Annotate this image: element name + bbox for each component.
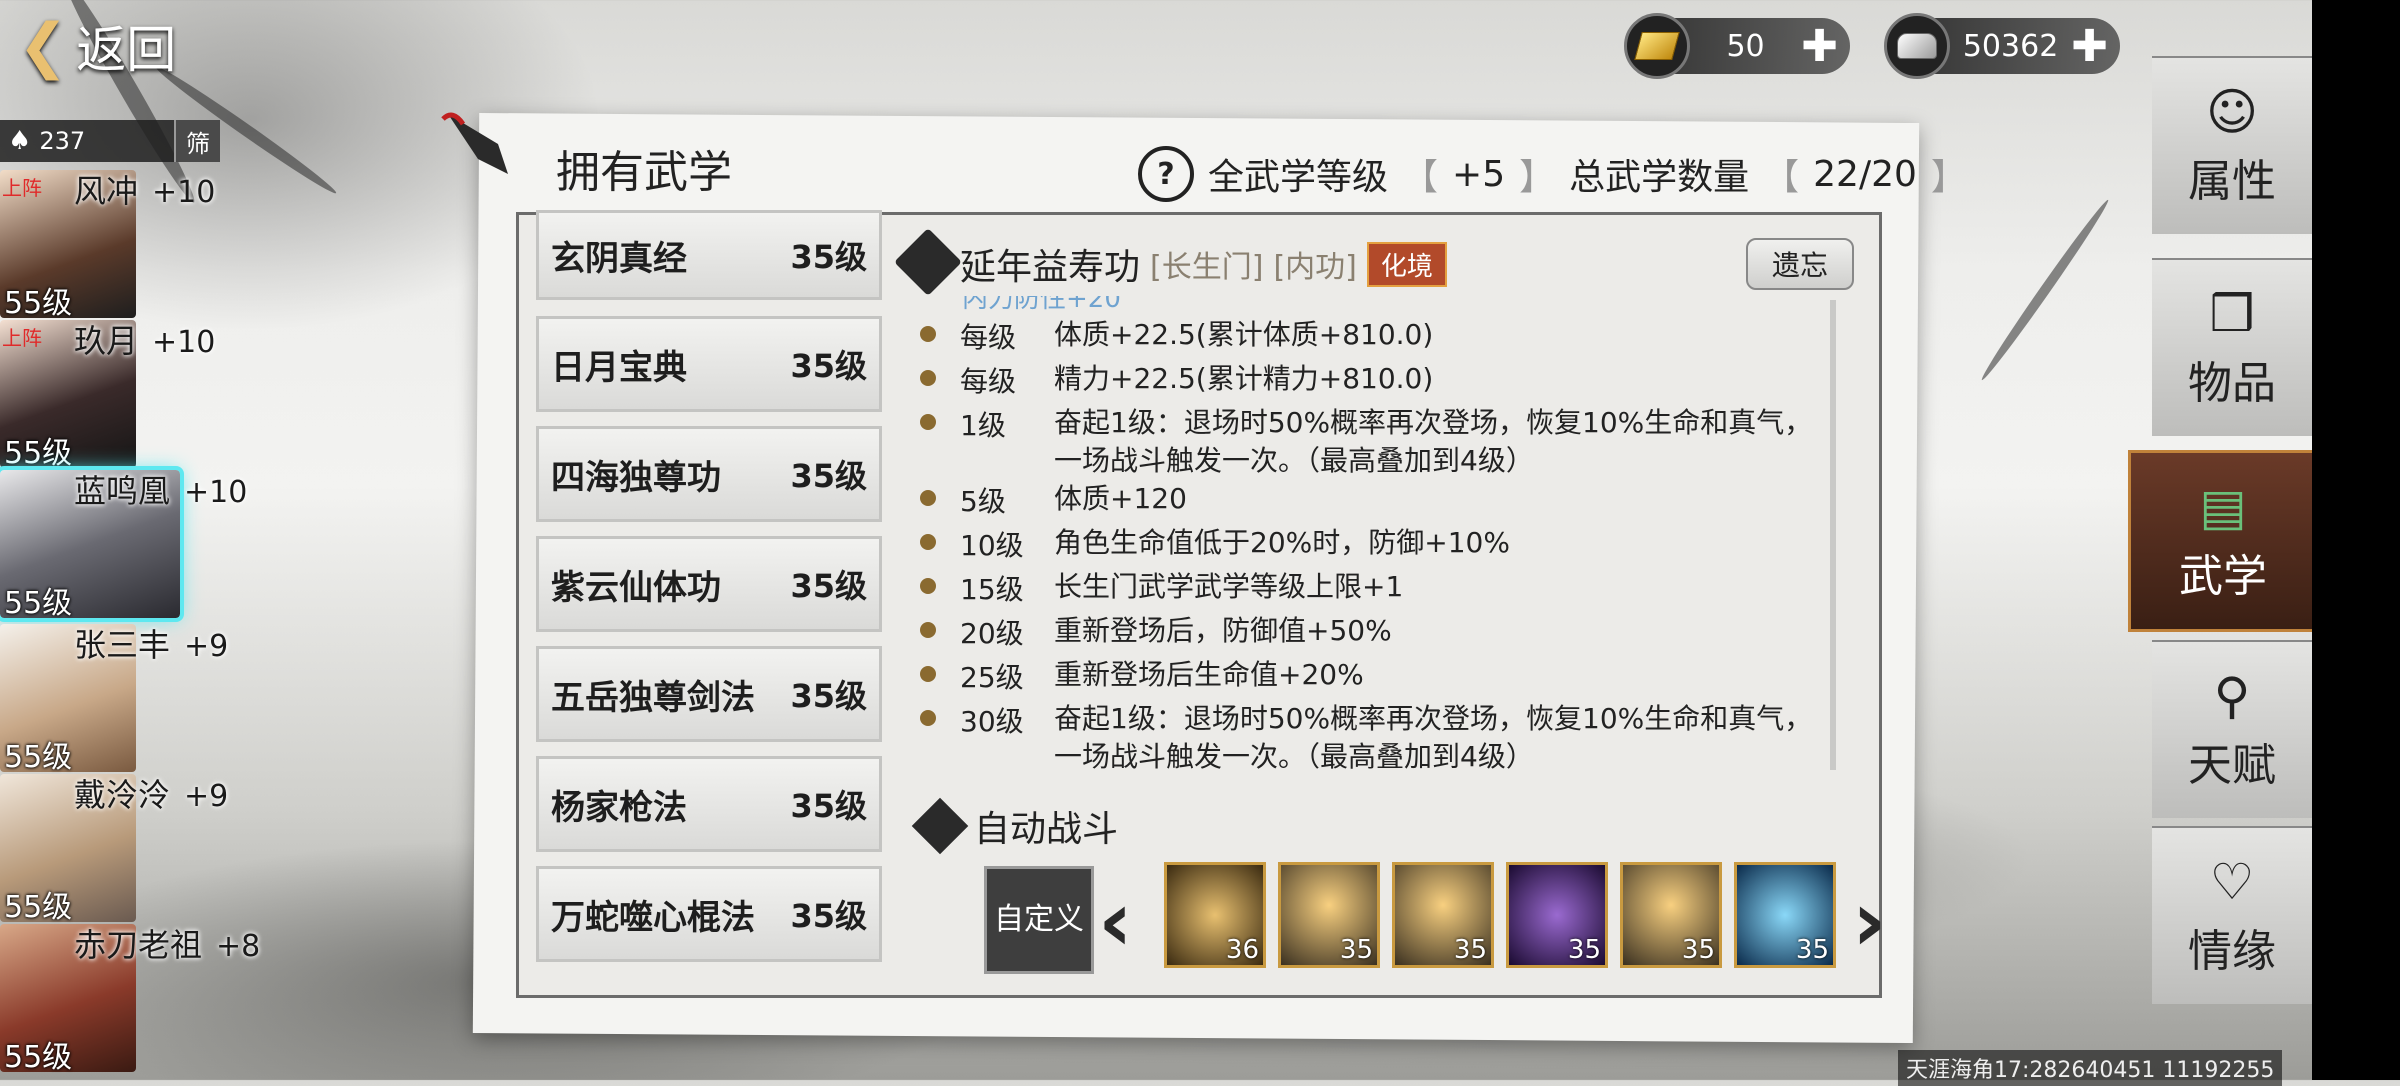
hero-card-selected[interactable]: 蓝鸣凰 +10 55级 <box>0 466 247 622</box>
cut-effect-text: 内力防性+20 <box>962 296 1121 310</box>
skill-type: [内功] <box>1273 250 1357 285</box>
effect-row: 25级 重新登场后生命值+20% <box>920 656 1814 696</box>
skill-sect: [长生门] <box>1150 250 1264 285</box>
skill-slot[interactable]: 35 <box>1392 862 1494 968</box>
auto-battle-label: 自动战斗 <box>974 809 1119 850</box>
hero-level: 55级 <box>4 436 73 471</box>
auto-battle-header: 自动战斗 <box>911 797 1119 855</box>
skill-detail-title: 延年益寿功 [长生门] [内功] 化境 <box>960 238 1447 290</box>
back-label: 返回 <box>76 21 177 79</box>
gold-currency: 50 ✚ <box>1624 13 1850 79</box>
silver-ingot-icon <box>1884 13 1950 79</box>
add-silver-button[interactable]: ✚ <box>2071 21 2108 72</box>
screen-edge <box>2312 0 2400 1080</box>
team-power: 237 <box>39 127 86 155</box>
server-info: 天涯海角17:282640451 11192255 <box>1898 1050 2283 1086</box>
skill-item[interactable]: 万蛇噬心棍法 35级 <box>536 866 882 962</box>
silver-currency: 50362 ✚ <box>1884 13 2120 79</box>
panel-title: 拥有武学 <box>556 147 732 198</box>
hero-name: 戴泠泠 +9 <box>74 776 229 814</box>
dagger-icon <box>441 112 508 174</box>
hero-name: 张三丰 +9 <box>74 626 229 664</box>
help-icon[interactable]: ? <box>1138 146 1194 202</box>
effect-row: 1级 奋起1级：退场时50%概率再次登场，恢复10%生命和真气，一场战斗触发一次。… <box>920 404 1814 480</box>
effect-row: 15级 长生门武学武学等级上限+1 <box>920 568 1814 608</box>
hero-name: 赤刀老祖 +8 <box>74 926 261 964</box>
skill-slot[interactable]: 35 <box>1278 862 1380 968</box>
hero-level: 55级 <box>4 740 73 775</box>
heart-icon: ♡ <box>2209 853 2255 911</box>
custom-button[interactable]: 自定义 <box>984 866 1094 974</box>
hero-level: 55级 <box>4 890 73 925</box>
hero-name: 蓝鸣凰 +10 <box>74 472 248 510</box>
skill-item[interactable]: 日月宝典 35级 <box>536 316 882 412</box>
skill-item[interactable]: 玄阴真经 35级 <box>536 210 882 300</box>
skill-item[interactable]: 紫云仙体功 35级 <box>536 536 882 632</box>
filter-button[interactable]: 筛 <box>174 120 220 162</box>
gold-value: 50 <box>1726 28 1765 64</box>
tab-bonds[interactable]: ♡ 情缘 <box>2152 826 2312 1004</box>
martial-stats: ? 全武学等级 【+5】 总武学数量 【22/20】 <box>1138 146 1967 202</box>
all-level-value: +5 <box>1452 153 1506 195</box>
hero-card[interactable]: 张三丰 +9 55级 <box>0 624 228 775</box>
total-label: 总武学数量 <box>1569 157 1750 198</box>
hero-card[interactable]: 赤刀老祖 +8 55级 <box>0 924 260 1075</box>
team-header: ♠ 237 筛 <box>0 120 220 162</box>
gold-ingot-icon <box>1624 13 1690 79</box>
all-level-label: 全武学等级 <box>1208 157 1389 198</box>
back-button[interactable]: ❮ 返回 <box>18 10 176 82</box>
talent-icon: ⚲ <box>2213 667 2251 725</box>
hero-level: 55级 <box>4 286 73 321</box>
hero-name: 玖月 +10 <box>74 322 216 360</box>
silver-value: 50362 <box>1962 28 2059 64</box>
chevron-left-icon: ❮ <box>18 11 69 81</box>
hero-card[interactable]: 戴泠泠 +9 55级 <box>0 774 228 925</box>
forget-button[interactable]: 遗忘 <box>1746 238 1854 290</box>
tab-attributes[interactable]: ☺ 属性 <box>2152 56 2312 234</box>
skill-slot[interactable]: 35 <box>1734 862 1836 968</box>
hero-level: 55级 <box>4 586 73 621</box>
effect-row: 20级 重新登场后，防御值+50% <box>920 612 1814 652</box>
effect-row: 每级 精力+22.5(累计精力+810.0) <box>920 360 1814 400</box>
skill-item[interactable]: 四海独尊功 35级 <box>536 426 882 522</box>
skill-item[interactable]: 五岳独尊剑法 35级 <box>536 646 882 742</box>
skill-slot[interactable]: 36 <box>1164 862 1266 968</box>
chevron-right-icon[interactable]: › <box>1852 872 1887 970</box>
hat-icon: ♠ <box>8 126 32 156</box>
total-value: 22/20 <box>1813 153 1917 195</box>
effect-row: 每级 体质+22.5(累计体质+810.0) <box>920 316 1814 356</box>
book-icon: ▤ <box>2199 478 2247 536</box>
realm-badge: 化境 <box>1366 241 1447 287</box>
skill-detail-name: 延年益寿功 <box>960 247 1141 288</box>
effect-row: 30级 奋起1级：退场时50%概率再次登场，恢复10%生命和真气，一场战斗触发一次… <box>920 700 1814 776</box>
hero-name: 风冲 +10 <box>74 172 216 210</box>
tab-martial-arts[interactable]: ▤ 武学 <box>2128 450 2318 632</box>
skill-slot[interactable]: 35 <box>1506 862 1608 968</box>
tab-talent[interactable]: ⚲ 天赋 <box>2152 640 2312 818</box>
tab-items[interactable]: ❒ 物品 <box>2152 258 2312 436</box>
skill-item[interactable]: 杨家枪法 35级 <box>536 756 882 852</box>
hero-card[interactable]: 上阵 风冲 +10 55级 <box>0 170 215 321</box>
effects-scrollbar[interactable] <box>1830 300 1836 770</box>
effect-row: 10级 角色生命值低于20%时，防御+10% <box>920 524 1814 564</box>
hero-level: 55级 <box>4 1040 73 1075</box>
hero-card[interactable]: 上阵 玖月 +10 55级 <box>0 320 215 471</box>
onstage-badge: 上阵 <box>2 326 42 350</box>
skill-slot[interactable]: 35 <box>1620 862 1722 968</box>
onstage-badge: 上阵 <box>2 176 42 200</box>
effect-row: 5级 体质+120 <box>920 480 1814 520</box>
cut-effect-row: 内力防性+20 <box>962 296 1822 310</box>
add-gold-button[interactable]: ✚ <box>1801 21 1838 72</box>
face-icon: ☺ <box>2205 83 2259 141</box>
gift-icon: ❒ <box>2209 285 2255 343</box>
chevron-left-icon[interactable]: ‹ <box>1098 872 1133 970</box>
monitor-icon <box>911 797 969 855</box>
